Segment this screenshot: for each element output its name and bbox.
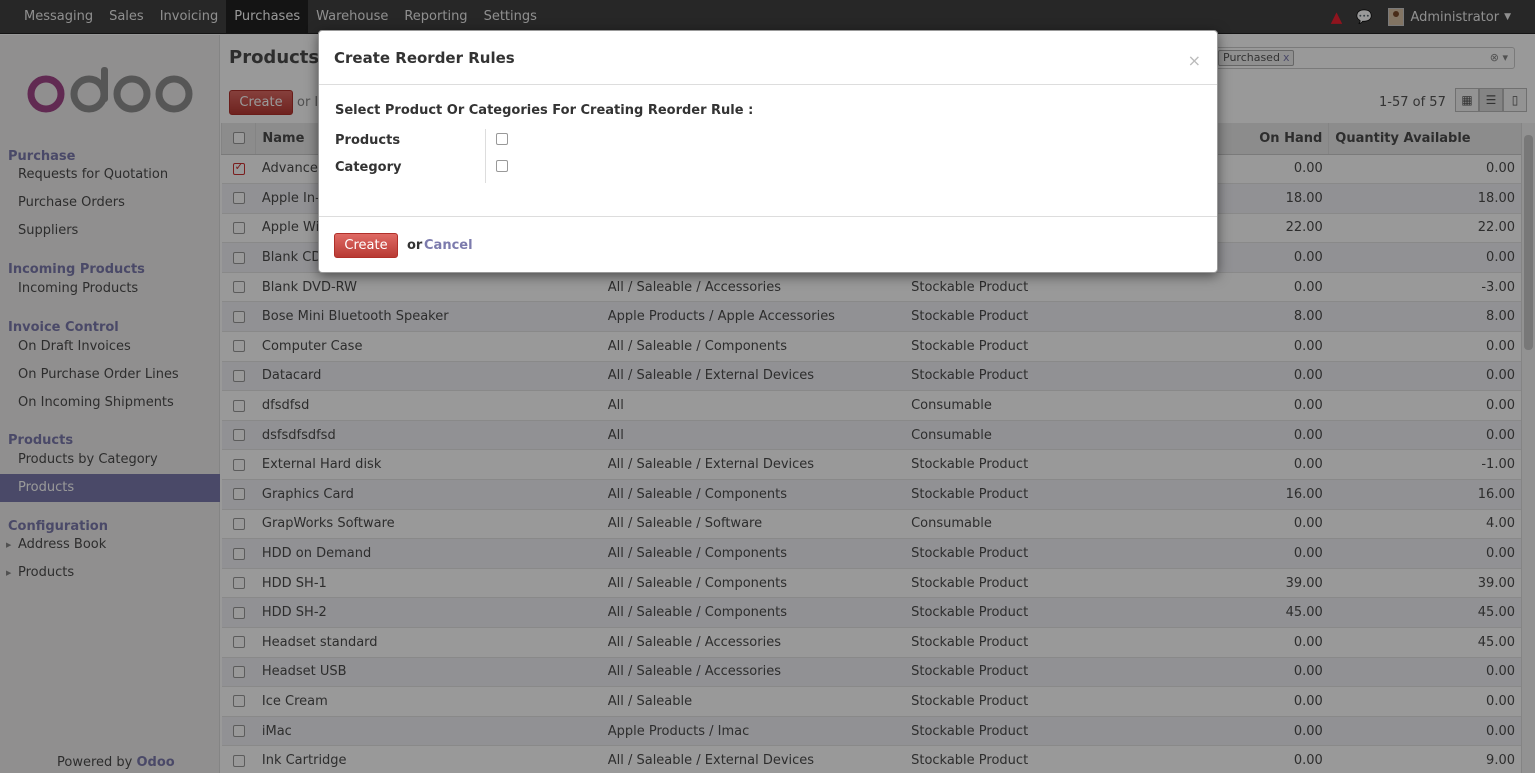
dialog-body: Select Product Or Categories For Creatin…: [319, 85, 1217, 217]
dialog-header: Create Reorder Rules ×: [319, 31, 1217, 85]
dialog-prompt: Select Product Or Categories For Creatin…: [335, 103, 754, 118]
dialog-footer: Create or Cancel: [319, 217, 1217, 273]
products-field-label: Products: [335, 133, 401, 148]
dialog-title: Create Reorder Rules: [334, 49, 515, 67]
field-separator: [485, 129, 486, 183]
category-checkbox[interactable]: [496, 160, 508, 172]
close-icon[interactable]: ×: [1188, 51, 1201, 70]
dialog-create-button[interactable]: Create: [334, 233, 398, 258]
category-field-label: Category: [335, 160, 402, 175]
dialog-cancel-link[interactable]: Cancel: [424, 238, 473, 253]
products-checkbox[interactable]: [496, 133, 508, 145]
create-reorder-rules-dialog: Create Reorder Rules × Select Product Or…: [318, 30, 1218, 273]
dialog-or-label: or: [407, 238, 423, 253]
